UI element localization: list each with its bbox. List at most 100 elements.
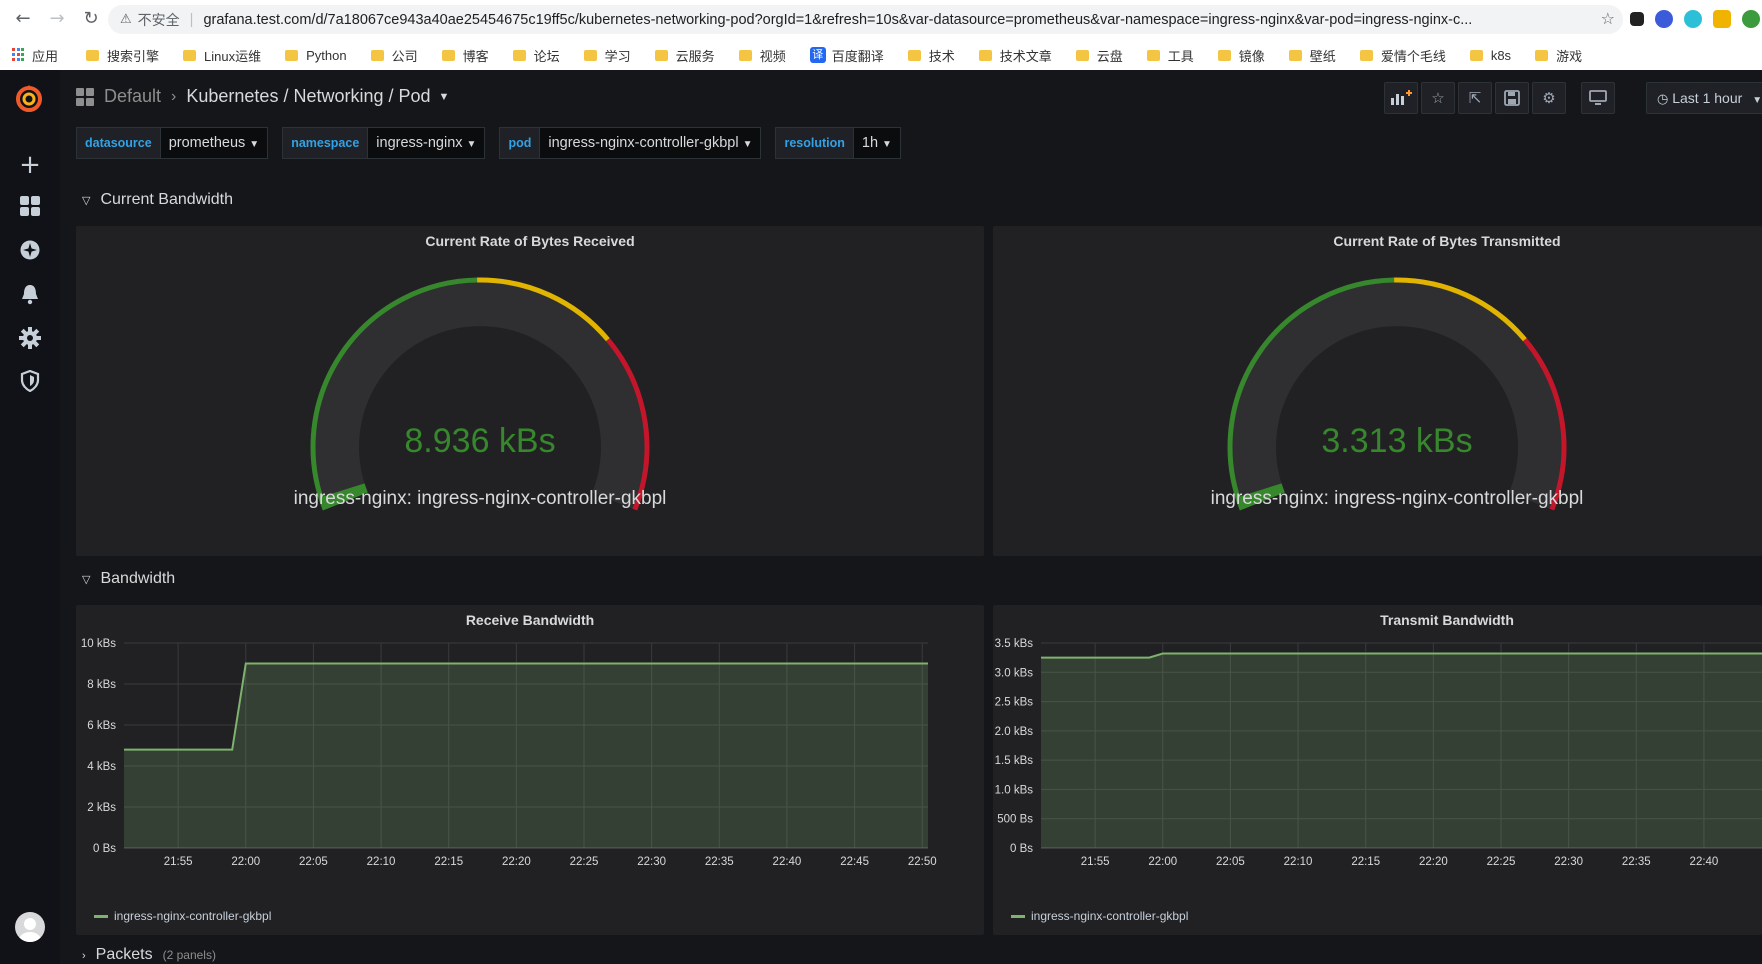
share-dashboard-button[interactable]: ⇱ <box>1458 82 1492 114</box>
create-plus-icon[interactable]: + <box>19 152 41 178</box>
legend-swatch <box>94 914 108 918</box>
gauge-panel-received[interactable]: Current Rate of Bytes Received 8.936 kBs… <box>76 226 984 556</box>
gauge-value-text: 8.936 kBs <box>404 422 555 460</box>
extension-scissors-icon[interactable] <box>1630 12 1644 26</box>
user-avatar[interactable] <box>15 912 45 942</box>
bookmark-item[interactable]: 视频 <box>738 46 786 65</box>
extension-circle-icon[interactable] <box>1655 10 1673 28</box>
row-label: Packets <box>95 946 153 963</box>
configuration-gear-icon[interactable] <box>19 327 41 349</box>
bookmark-item[interactable]: 爱情个毛线 <box>1359 46 1446 65</box>
breadcrumb-folder[interactable]: Default <box>104 86 161 107</box>
monitor-icon <box>1589 90 1607 105</box>
bookmark-label: 爱情个毛线 <box>1380 48 1446 64</box>
bookmark-label: 搜索引擎 <box>107 48 160 64</box>
save-dashboard-button[interactable] <box>1495 82 1529 114</box>
row-packets[interactable]: › Packets (2 panels) <box>82 946 216 964</box>
alerting-bell-icon[interactable] <box>19 283 41 305</box>
bookmark-item[interactable]: 译百度翻译 <box>809 46 884 65</box>
bookmark-item[interactable]: 镜像 <box>1217 46 1265 65</box>
y-tick-label: 1.0 kBs <box>995 784 1034 796</box>
variable-value: 1h <box>861 135 879 151</box>
caret-down-icon: ▼ <box>742 139 753 150</box>
bookmark-item[interactable]: 技术文章 <box>978 46 1052 65</box>
bookmark-item[interactable]: 云服务 <box>654 46 715 65</box>
caret-down-icon[interactable]: ▼ <box>439 91 450 103</box>
bookmark-label: 游戏 <box>1556 48 1583 64</box>
dashboard-grid-icon <box>76 87 94 106</box>
folder-icon <box>1359 49 1373 61</box>
graph-panel-receive[interactable]: Receive Bandwidth 0 Bs 2 kBs 4 kBs 6 kBs 8 k… <box>76 605 984 935</box>
bookmark-label: 镜像 <box>1238 48 1265 64</box>
row-current-bandwidth[interactable]: ▽ Current Bandwidth <box>82 191 233 209</box>
chevron-right-icon: › <box>171 87 177 105</box>
grafana-logo-icon[interactable] <box>12 82 46 116</box>
variable-value-dropdown[interactable]: ingress-nginx-controller-gkbpl ▼ <box>540 127 762 159</box>
server-admin-shield-icon[interactable] <box>19 370 41 392</box>
variable-value-dropdown[interactable]: 1h ▼ <box>853 127 901 159</box>
dashboard-settings-button[interactable]: ⚙ <box>1532 82 1566 114</box>
x-tick-label: 22:40 <box>1690 856 1719 868</box>
variable-value-dropdown[interactable]: ingress-nginx ▼ <box>368 127 486 159</box>
bookmark-apps[interactable]: 应用 <box>32 46 58 65</box>
x-tick-label: 22:35 <box>705 856 734 868</box>
y-tick-label: 2.5 kBs <box>995 697 1034 709</box>
bookmark-item[interactable]: 工具 <box>1146 46 1194 65</box>
user-silhouette-icon <box>19 918 41 942</box>
caret-down-icon: ▼ <box>1752 95 1762 106</box>
time-range-label: Last 1 hour <box>1672 90 1743 106</box>
dashboards-icon[interactable] <box>19 195 41 217</box>
folder-icon <box>1217 49 1231 61</box>
x-tick-label: 22:00 <box>231 856 260 868</box>
y-tick-label: 500 Bs <box>997 814 1033 826</box>
cycle-view-mode-button[interactable] <box>1581 82 1615 114</box>
toolbar-buttons: ☆ ⇱ ⚙ <box>1384 82 1618 114</box>
time-picker[interactable]: ◷ Last 1 hour ▼ <box>1646 82 1762 114</box>
dashboard-navbar: Default › Kubernetes / Networking / Pod … <box>60 70 1762 128</box>
row-bandwidth[interactable]: ▽ Bandwidth <box>82 570 175 588</box>
address-bar[interactable]: ⚠ 不安全 | grafana.test.com/d/7a18067ce943a… <box>108 5 1623 34</box>
bookmark-item[interactable]: k8s <box>1469 48 1511 63</box>
bookmark-item[interactable]: 技术 <box>907 46 955 65</box>
y-tick-label: 0 Bs <box>1010 843 1033 855</box>
legend-item[interactable]: ingress-nginx-controller-gkbpl <box>1011 909 1188 923</box>
bookmark-item[interactable]: Python <box>285 48 347 63</box>
x-tick-label: 22:30 <box>1554 856 1583 868</box>
apps-icon[interactable] <box>12 48 26 62</box>
bookmark-star-icon[interactable]: ☆ <box>1601 9 1615 28</box>
bookmark-item[interactable]: 博客 <box>441 46 489 65</box>
y-tick-label: 4 kBs <box>87 761 116 773</box>
bookmark-item[interactable]: 论坛 <box>512 46 560 65</box>
bookmark-label: 云盘 <box>1096 48 1123 64</box>
bookmark-item[interactable]: 学习 <box>583 46 631 65</box>
series-area <box>1041 653 1762 848</box>
y-tick-label: 0 Bs <box>93 843 116 855</box>
reload-icon[interactable]: ↻ <box>80 8 102 30</box>
x-tick-label: 22:35 <box>1622 856 1651 868</box>
x-tick-label: 22:40 <box>773 856 802 868</box>
bookmark-item[interactable]: Linux运维 <box>183 46 261 65</box>
folder-icon <box>441 49 455 61</box>
add-panel-button[interactable] <box>1384 82 1418 114</box>
bookmark-label: 壁纸 <box>1309 48 1336 64</box>
gauge-panel-transmitted[interactable]: Current Rate of Bytes Transmitted 3.313 … <box>993 226 1762 556</box>
graph-panel-transmit[interactable]: Transmit Bandwidth 0 Bs 500 Bs 1.0 kBs 1.5 … <box>993 605 1762 935</box>
forward-icon[interactable]: → <box>46 8 68 30</box>
variable-value-dropdown[interactable]: prometheus ▼ <box>160 127 269 159</box>
extension-translate-icon[interactable] <box>1684 10 1702 28</box>
variable-label: namespace <box>282 127 369 159</box>
bookmark-item[interactable]: 游戏 <box>1535 46 1582 65</box>
dashboard-title[interactable]: Kubernetes / Networking / Pod <box>186 86 430 107</box>
extension-bird-icon[interactable] <box>1713 10 1731 28</box>
star-dashboard-button[interactable]: ☆ <box>1421 82 1455 114</box>
back-icon[interactable]: ← <box>12 8 34 30</box>
bookmark-item[interactable]: 公司 <box>370 46 418 65</box>
bookmark-item[interactable]: 搜索引擎 <box>86 46 159 65</box>
extension-leaf-icon[interactable] <box>1742 10 1760 28</box>
url-text: grafana.test.com/d/7a18067ce943a40ae2545… <box>203 11 1473 28</box>
explore-compass-icon[interactable] <box>19 239 41 261</box>
bookmark-item[interactable]: 壁纸 <box>1288 46 1336 65</box>
bookmark-item[interactable]: 云盘 <box>1075 46 1123 65</box>
legend-item[interactable]: ingress-nginx-controller-gkbpl <box>94 909 271 923</box>
star-icon: ☆ <box>1431 89 1445 107</box>
